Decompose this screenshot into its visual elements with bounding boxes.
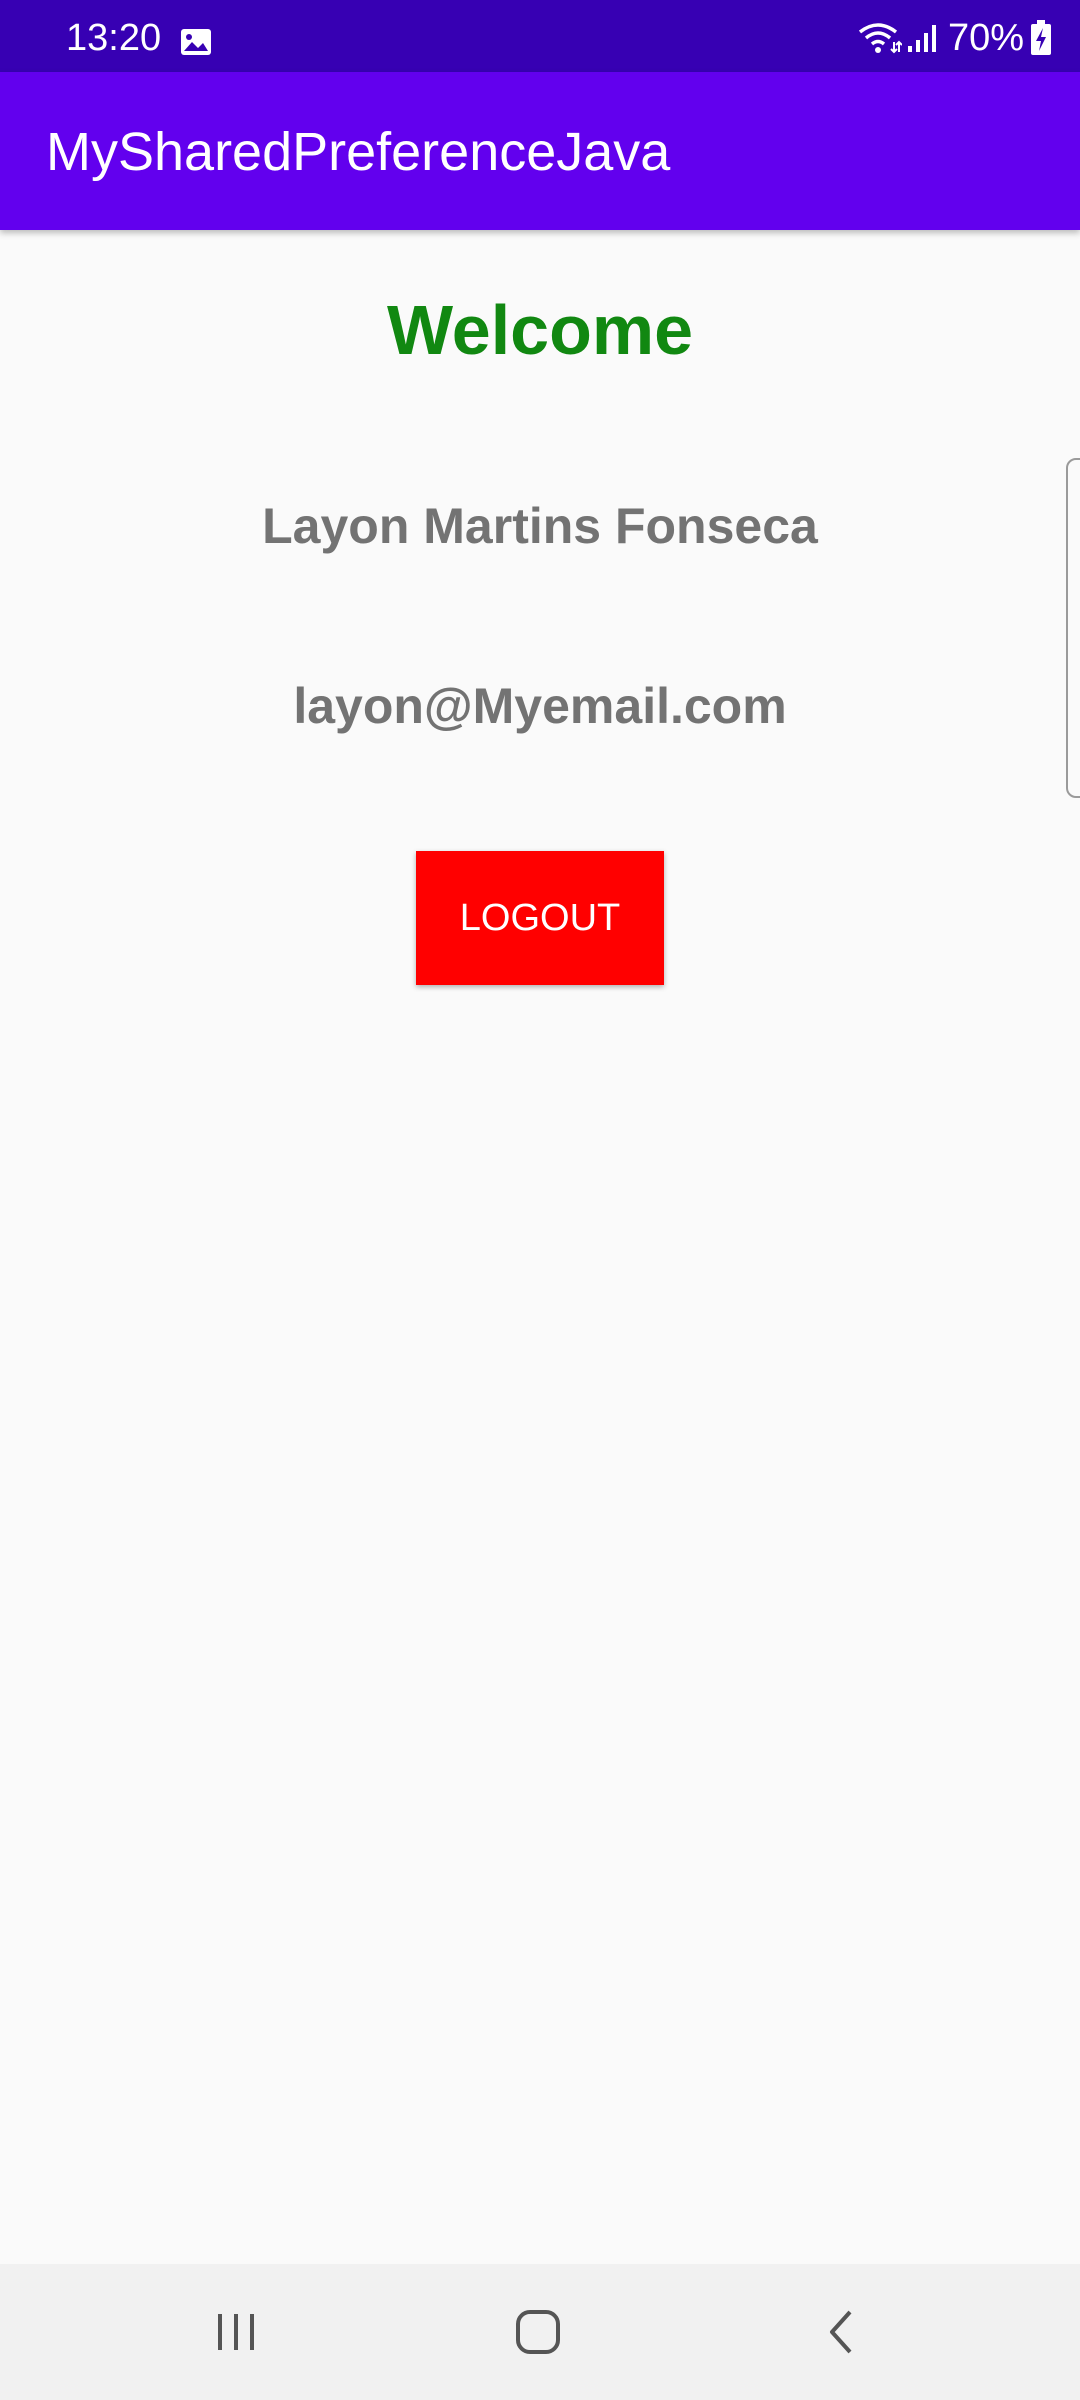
signal-icon — [907, 25, 936, 52]
back-button[interactable] — [770, 2264, 910, 2400]
status-icons: 70% — [858, 16, 1052, 60]
user-name-text: Layon Martins Fonseca — [262, 498, 818, 554]
status-time: 13:20 — [66, 17, 162, 59]
battery-charging-icon — [1031, 20, 1051, 55]
logout-button[interactable]: LOGOUT — [416, 851, 664, 985]
navigation-bar — [0, 2264, 1080, 2400]
recents-icon — [218, 2314, 254, 2350]
status-bar: 13:20 70% — [0, 0, 1080, 72]
welcome-heading: Welcome — [386, 291, 694, 369]
back-icon — [830, 2310, 852, 2354]
home-icon — [516, 2310, 560, 2354]
recents-button[interactable] — [166, 2264, 306, 2400]
app-bar: MySharedPreferenceJava — [0, 72, 1080, 230]
wifi-icon — [858, 23, 902, 54]
battery-percent: 70% — [947, 17, 1024, 59]
edge-panel-handle[interactable] — [1066, 458, 1080, 798]
home-button[interactable] — [468, 2264, 608, 2400]
app-title: MySharedPreferenceJava — [46, 122, 671, 182]
user-email-text: layon@Myemail.com — [293, 678, 787, 734]
image-icon — [181, 29, 211, 55]
